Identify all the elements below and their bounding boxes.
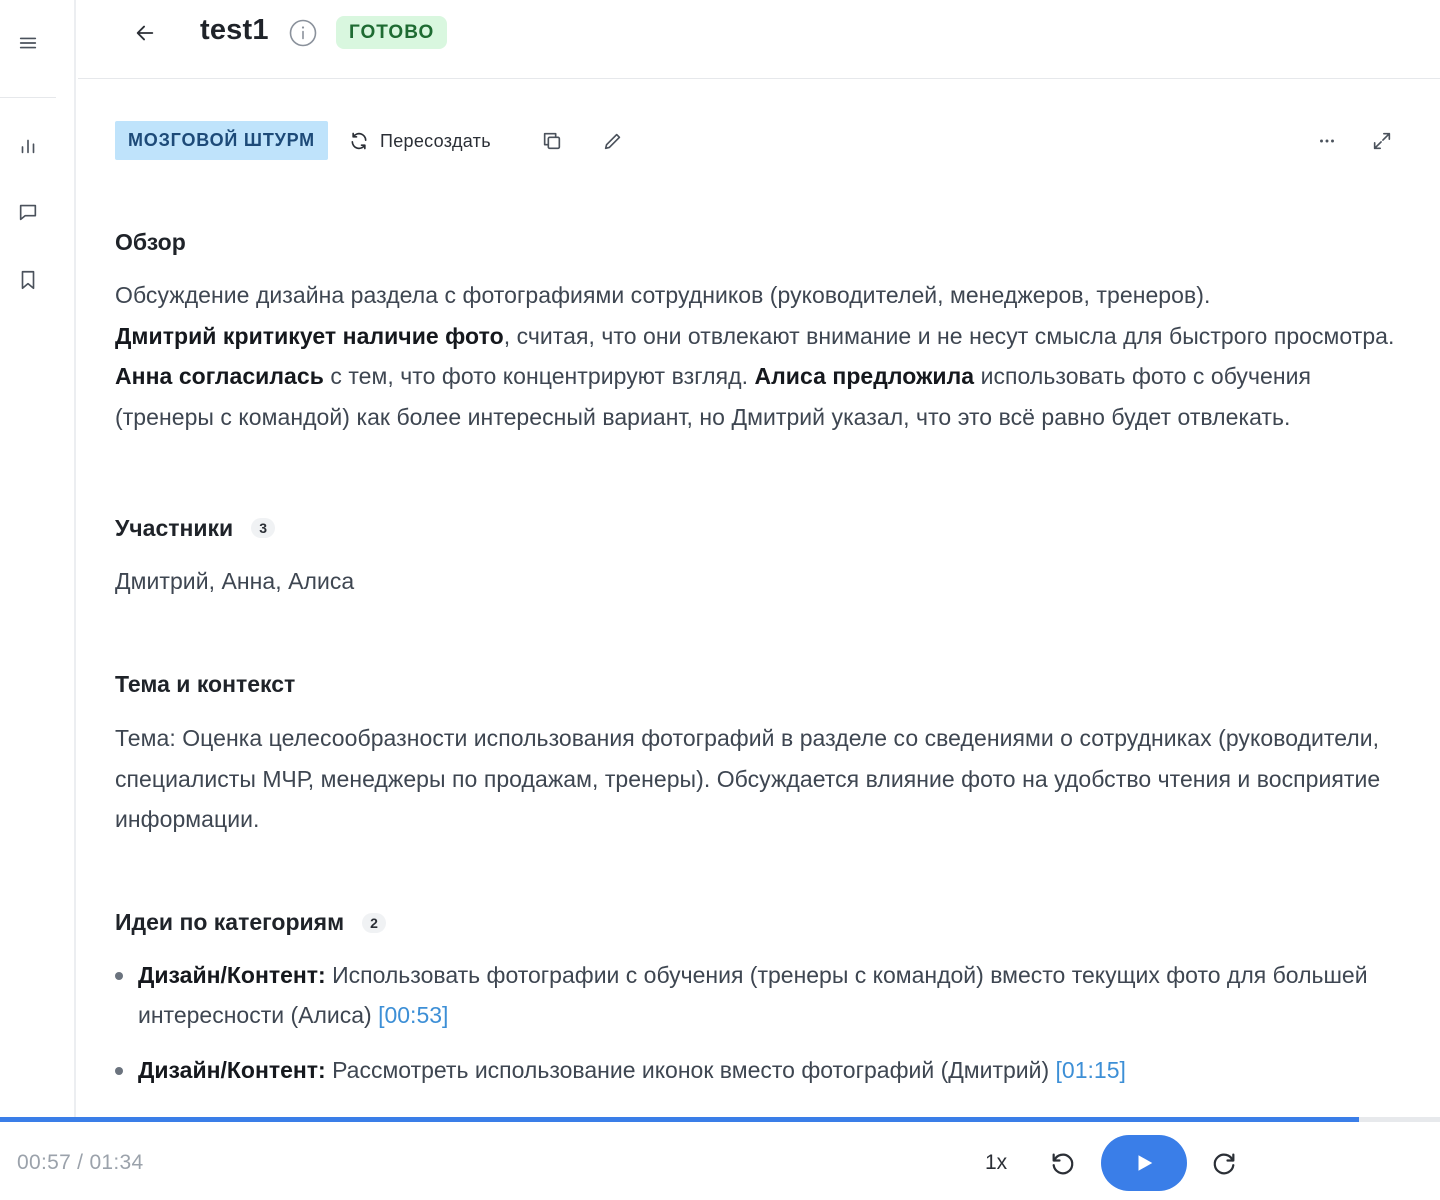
- participants-list: Дмитрий, Анна, Алиса: [115, 568, 355, 595]
- ideas-title: Идеи по категориям: [115, 909, 345, 936]
- overview-bold: Дмитрий критикует наличие фото: [115, 322, 504, 349]
- status-badge: ГОТОВО: [336, 16, 448, 49]
- topic-text: Тема: Оценка целесообразности использова…: [115, 724, 1381, 833]
- list-item: Дизайн/Контент: Рассмотреть использовани…: [115, 1050, 1415, 1091]
- chat-icon[interactable]: [14, 198, 42, 226]
- ideas-count-badge: 2: [362, 912, 386, 933]
- forward-icon[interactable]: [1208, 1148, 1240, 1180]
- play-button[interactable]: [1101, 1135, 1187, 1191]
- regenerate-label: Пересоздать: [380, 130, 491, 151]
- overview-text: Обсуждение дизайна раздела с фотографиям…: [115, 275, 1415, 437]
- idea-category: Дизайн/Контент:: [138, 961, 326, 988]
- refresh-icon: [351, 132, 367, 150]
- progress-bar[interactable]: [0, 1117, 1440, 1122]
- rewind-icon[interactable]: [1047, 1148, 1079, 1180]
- playback-time: 00:57 / 01:34: [17, 1151, 144, 1174]
- summary-content: Обзор Обсуждение дизайна раздела с фотог…: [115, 222, 1415, 1105]
- idea-text: Рассмотреть использование иконок вместо …: [325, 1056, 1056, 1083]
- participants-section-title: Участники 3: [115, 508, 1415, 548]
- idea-category: Дизайн/Контент:: [138, 1056, 326, 1083]
- copy-icon[interactable]: [537, 126, 567, 156]
- progress-fill: [0, 1117, 1360, 1122]
- page-header: test1 ГОТОВО: [78, 0, 1440, 79]
- sidebar-menu-area: [0, 0, 56, 98]
- overview-bold: Анна согласилась: [115, 363, 324, 390]
- more-horizontal-icon[interactable]: [1312, 126, 1342, 156]
- arrow-left-icon[interactable]: [130, 18, 160, 48]
- expand-icon[interactable]: [1367, 126, 1397, 156]
- bookmark-icon[interactable]: [14, 266, 42, 294]
- ideas-list: Дизайн/Контент: Использовать фотографии …: [115, 955, 1415, 1091]
- overview-section-title: Обзор: [115, 222, 1415, 262]
- overview-title: Обзор: [115, 228, 186, 255]
- participants-count-badge: 3: [251, 518, 275, 539]
- pencil-icon[interactable]: [598, 126, 628, 156]
- regenerate-button[interactable]: Пересоздать: [349, 125, 491, 157]
- summary-type-badge[interactable]: МОЗГОВОЙ ШТУРМ: [115, 121, 328, 160]
- topic-section-title: Тема и контекст: [115, 665, 1415, 705]
- overview-bold: Алиса предложила: [754, 363, 975, 390]
- toolbar: МОЗГОВОЙ ШТУРМ Пересоздать: [115, 121, 1400, 161]
- participants-title: Участники: [115, 514, 234, 541]
- topic-title: Тема и контекст: [115, 671, 296, 698]
- info-icon[interactable]: [288, 18, 318, 48]
- play-icon: [1138, 1155, 1153, 1171]
- list-item: Дизайн/Контент: Использовать фотографии …: [115, 955, 1415, 1036]
- speed-button[interactable]: 1x: [985, 1151, 1007, 1175]
- menu-icon[interactable]: [14, 29, 42, 57]
- timestamp-link[interactable]: [00:53]: [378, 1002, 448, 1028]
- timestamp-link[interactable]: [01:15]: [1056, 1057, 1126, 1083]
- audio-player: 00:57 / 01:34 1x: [0, 1117, 1440, 1200]
- page-title: test1: [200, 14, 269, 46]
- sidebar: [0, 0, 76, 1118]
- chart-icon[interactable]: [14, 132, 42, 160]
- overview-part: , считая, что они отвлекают внимание и н…: [503, 322, 1395, 349]
- overview-part: Обсуждение дизайна раздела с фотографиям…: [115, 282, 1211, 308]
- overview-part: с тем, что фото концентрируют взгляд.: [323, 363, 749, 390]
- ideas-section-title: Идеи по категориям 2: [115, 903, 1415, 943]
